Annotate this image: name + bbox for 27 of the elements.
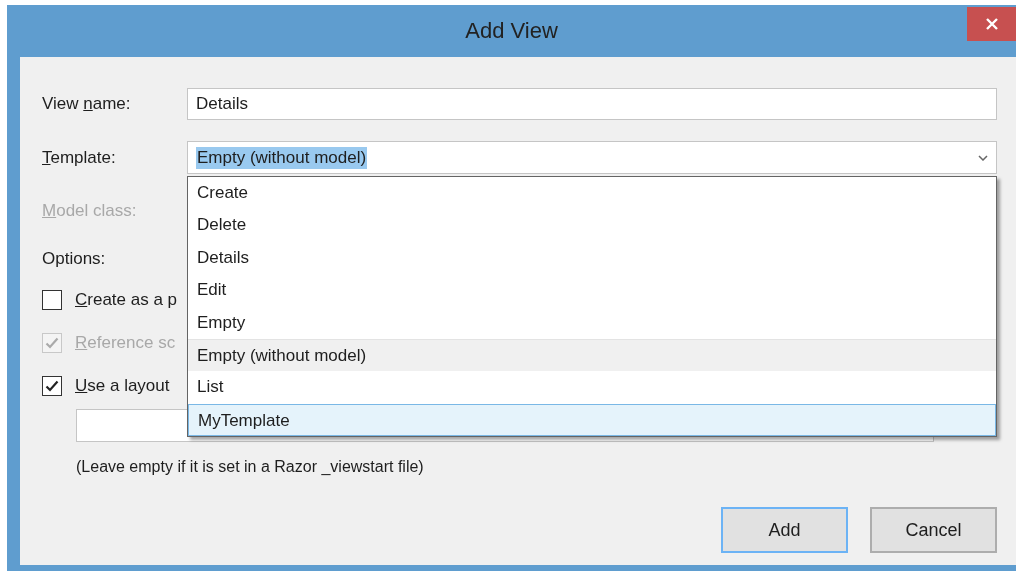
dropdown-option[interactable]: Empty (without model) (188, 338, 996, 372)
dialog-button[interactable]: Add (721, 507, 848, 553)
window-title: Add View (465, 18, 558, 44)
dropdown-option[interactable]: List (188, 371, 996, 404)
chevron-down-icon (978, 154, 988, 161)
section-label: Options: (42, 249, 107, 269)
dropdown-option[interactable]: Empty (188, 306, 996, 339)
dialog-button[interactable]: Cancel (870, 507, 997, 553)
close-button[interactable] (967, 7, 1016, 41)
hint-text: (Leave empty if it is set in a Razor _viewstart file) (76, 458, 424, 476)
view-name-field[interactable]: Details (187, 88, 997, 120)
checkbox[interactable] (42, 290, 62, 310)
field-label: Model class: (42, 201, 138, 221)
checkbox-label: Use a layout (75, 376, 170, 396)
template-dropdown[interactable]: Empty (without model) (187, 141, 997, 174)
checkbox[interactable] (42, 376, 62, 396)
dropdown-option[interactable]: Details (188, 241, 996, 275)
dropdown-value: Empty (without model) (196, 146, 368, 169)
close-icon (984, 17, 999, 31)
checkbox-label: Reference sc (75, 333, 176, 353)
field-label: View name: (42, 94, 132, 114)
dropdown-option[interactable]: MyTemplate (188, 403, 996, 437)
dropdown-option[interactable]: Delete (188, 209, 996, 242)
field-label: Template: (42, 147, 117, 168)
dropdown-option[interactable]: Edit (188, 274, 996, 307)
dropdown-option[interactable]: Create (188, 177, 996, 210)
checkbox-label: Create as a p (75, 290, 178, 310)
